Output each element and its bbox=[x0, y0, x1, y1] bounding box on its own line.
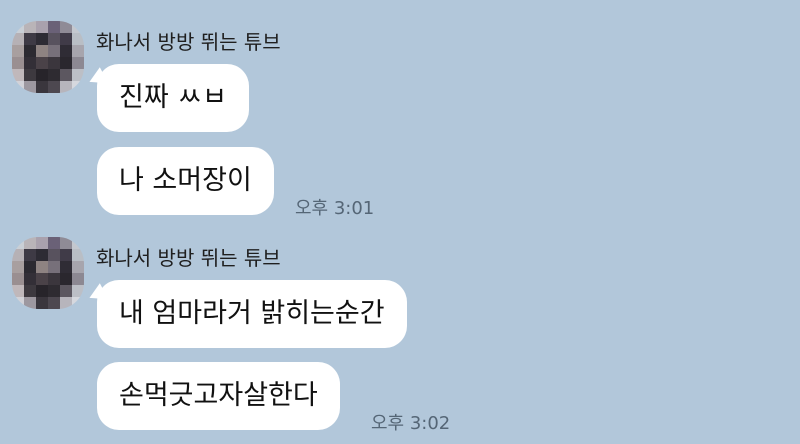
message-bubble[interactable]: 나 소머장이 bbox=[97, 147, 274, 215]
sender-name: 화나서 방방 뛰는 튜브 bbox=[96, 246, 281, 270]
avatar[interactable] bbox=[12, 237, 84, 309]
sender-name: 화나서 방방 뛰는 튜브 bbox=[96, 30, 281, 54]
timestamp: 오후 3:01 bbox=[295, 198, 375, 219]
timestamp: 오후 3:02 bbox=[371, 413, 451, 434]
avatar[interactable] bbox=[12, 21, 84, 93]
message-bubble[interactable]: 진짜 ㅆㅂ bbox=[97, 64, 249, 132]
message-bubble[interactable]: 내 엄마라거 밝히는순간 bbox=[97, 280, 407, 348]
message-bubble[interactable]: 손먹긋고자살한다 bbox=[97, 362, 340, 430]
